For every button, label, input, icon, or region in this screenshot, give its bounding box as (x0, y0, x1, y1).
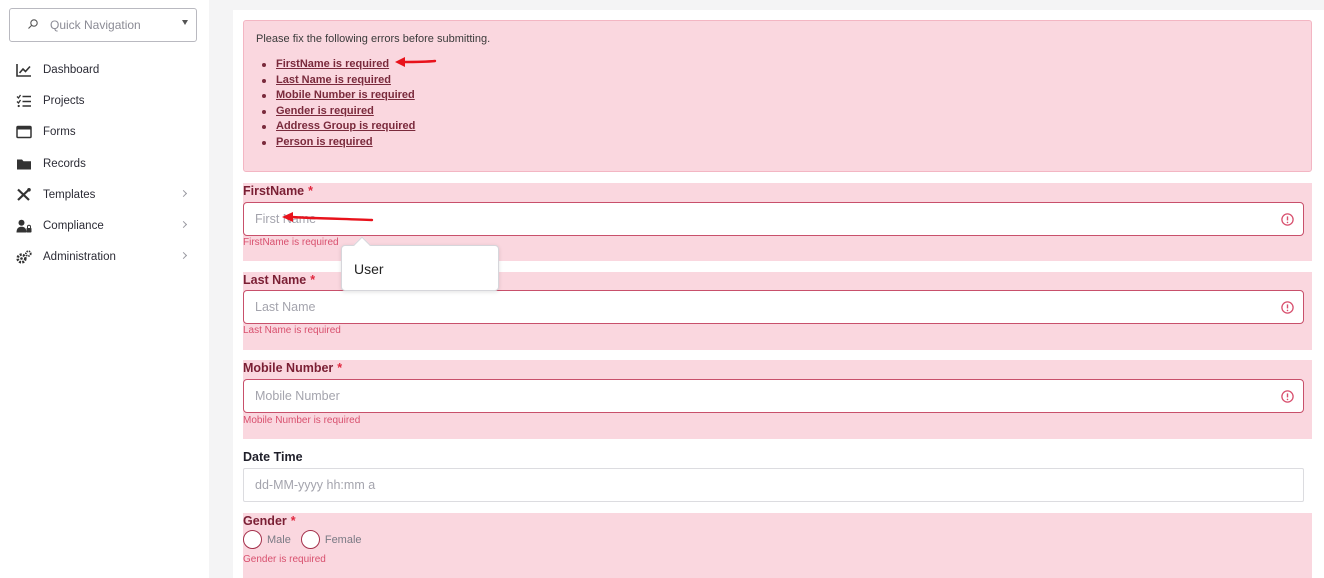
chevron-right-icon (179, 220, 188, 228)
sidebar-item-label: Templates (43, 188, 96, 201)
sidebar-item-label: Administration (43, 251, 116, 264)
error-alert-icon (1281, 213, 1294, 226)
gender-option-label: Female (324, 533, 362, 546)
quick-navigation-placeholder: Quick Navigation (50, 18, 141, 32)
error-link-mobile-number[interactable]: Mobile Number is required (261, 89, 415, 105)
sidebar-item-compliance[interactable]: Compliance (0, 211, 209, 242)
tooltip: User (341, 236, 499, 291)
sidebar-item-label: Forms (43, 126, 76, 139)
mobile-number-error: Mobile Number is required (243, 415, 361, 426)
sidebar: Quick Navigation Dashboard Projects Form… (0, 0, 209, 578)
folder-icon (17, 159, 31, 170)
sidebar-item-label: Compliance (43, 219, 104, 232)
required-mark: * (310, 273, 316, 287)
firstname-input[interactable] (243, 202, 1304, 236)
mobile-number-input[interactable] (243, 379, 1304, 413)
error-list: FirstName is required Last Name is requi… (261, 58, 415, 152)
error-summary: Please fix the following errors before s… (243, 20, 1312, 172)
required-mark: * (308, 184, 314, 198)
date-time-input[interactable] (243, 468, 1304, 502)
last-name-error: Last Name is required (243, 325, 341, 336)
gender-option-label: Male (267, 533, 291, 546)
caret-down-icon (182, 20, 188, 25)
field-group-mobile-number: Mobile Number* Mobile Number is required (243, 360, 1312, 439)
gender-radio-female[interactable] (300, 530, 320, 549)
sidebar-nav: Dashboard Projects Forms Records Templat… (0, 55, 209, 273)
window-icon (16, 126, 32, 139)
tools-icon (17, 187, 31, 201)
required-mark: * (337, 361, 343, 375)
quick-navigation-select[interactable]: Quick Navigation (9, 8, 197, 42)
error-summary-heading: Please fix the following errors before s… (256, 33, 491, 45)
required-mark: * (290, 514, 296, 528)
last-name-input[interactable] (243, 290, 1304, 324)
gender-error: Gender is required (243, 554, 326, 565)
tooltip-text: User (354, 261, 384, 277)
chevron-right-icon (179, 252, 188, 260)
error-alert-icon (1281, 390, 1294, 403)
firstname-label: FirstName * (243, 184, 314, 198)
sidebar-item-records[interactable]: Records (0, 149, 209, 180)
sidebar-item-label: Projects (43, 95, 85, 108)
sidebar-item-templates[interactable]: Templates (0, 180, 209, 211)
field-group-date-time: Date Time (243, 449, 1312, 505)
chart-line-icon (16, 64, 31, 77)
list-check-icon (16, 94, 31, 108)
user-lock-icon (16, 219, 32, 233)
chevron-right-icon (179, 189, 188, 197)
gender-radio-group: Male Female (243, 530, 372, 549)
gender-label: Gender * (243, 514, 296, 528)
error-link-firstname[interactable]: FirstName is required (261, 58, 415, 74)
sidebar-item-forms[interactable]: Forms (0, 117, 209, 148)
mobile-number-label: Mobile Number * (243, 361, 343, 375)
last-name-label: Last Name * (243, 273, 316, 287)
sidebar-item-projects[interactable]: Projects (0, 86, 209, 117)
error-link-gender[interactable]: Gender is required (261, 105, 415, 121)
gender-radio-male[interactable] (243, 530, 262, 549)
firstname-error: FirstName is required (243, 237, 339, 248)
date-time-label: Date Time (243, 450, 303, 464)
error-link-address-group[interactable]: Address Group is required (261, 120, 415, 136)
gears-icon (16, 250, 32, 264)
error-alert-icon (1281, 301, 1294, 314)
error-link-last-name[interactable]: Last Name is required (261, 74, 415, 90)
sidebar-item-dashboard[interactable]: Dashboard (0, 55, 209, 86)
field-group-gender: Gender * Male Female Gender is required (243, 513, 1312, 578)
search-icon (28, 19, 38, 29)
sidebar-item-administration[interactable]: Administration (0, 242, 209, 273)
sidebar-item-label: Dashboard (43, 64, 100, 76)
error-link-person[interactable]: Person is required (261, 136, 415, 152)
sidebar-item-label: Records (43, 157, 86, 170)
